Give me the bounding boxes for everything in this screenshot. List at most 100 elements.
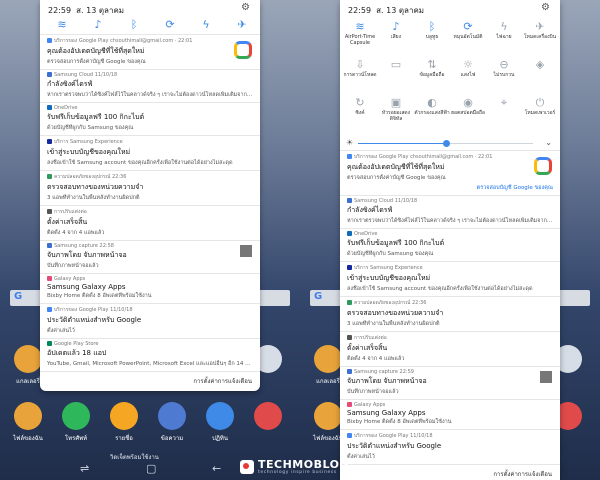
- notification-item[interactable]: OneDrive รับฟรีเก็บข้อมูลฟรี 100 กิกะไบต…: [340, 228, 560, 261]
- quick-setting-tile[interactable]: ◉ ฮอตสปอตมือถือ: [450, 96, 486, 116]
- quick-setting-label: ข้อมูลมือถือ: [419, 72, 445, 78]
- gear-icon[interactable]: ⚙: [241, 2, 250, 13]
- quick-setting-tile[interactable]: ☼ แสงไฟ: [450, 58, 486, 78]
- notification-item[interactable]: บริการ Samsung Experience เข้าสู่ระบบบัญ…: [340, 261, 560, 296]
- notification-settings-link[interactable]: การตั้งค่าการแจ้งเตือน: [40, 371, 260, 391]
- notification-item[interactable]: บริการของ Google Play 11/10/18 ประวัติตำแ…: [40, 303, 260, 338]
- quick-setting-label: หมุนอัตโนมัติ: [453, 34, 483, 40]
- quick-setting-tile[interactable]: ≋ AirPort-Time Capsule: [342, 20, 378, 46]
- app-icon[interactable]: รายชื่อ: [104, 402, 144, 443]
- gear-icon[interactable]: ⚙: [541, 2, 550, 13]
- app-icon-graphic: [254, 402, 282, 430]
- notification-header: บริการของ Google Play chsouthimall@gmail…: [347, 153, 553, 161]
- notification-item[interactable]: การปรับแต่งต่อ ตั้งค่าเสร็จสิ้น ติดตั้ง 4…: [40, 205, 260, 240]
- quick-setting-tile[interactable]: ⊖ ไม่รบกวน: [486, 58, 522, 78]
- notification-list: บริการของ Google Play chsouthimall@gmail…: [40, 34, 260, 371]
- notification-item[interactable]: บริการ Samsung Experience เข้าสู่ระบบบัญ…: [40, 135, 260, 170]
- flashlight-icon[interactable]: ϟ: [198, 18, 214, 31]
- quick-setting-label: แสงไฟ: [460, 72, 476, 78]
- brightness-icon: ☀: [346, 138, 354, 147]
- notification-item[interactable]: Galaxy Apps Samsung Galaxy Apps Bixby Hom…: [40, 273, 260, 303]
- notification-item[interactable]: Galaxy Apps Samsung Galaxy Apps Bixby Hom…: [340, 399, 560, 429]
- screenshot-thumbnail[interactable]: [540, 371, 552, 383]
- quick-setting-tile[interactable]: ⇩ การดาวน์โหลด: [342, 58, 378, 78]
- quick-setting-tile[interactable]: ⌖: [486, 96, 522, 110]
- shield-icon: [47, 174, 52, 179]
- google-g-icon: G: [14, 291, 23, 302]
- quick-setting-label: ซิงค์: [355, 110, 365, 116]
- app-icon[interactable]: [248, 402, 288, 433]
- quick-setting-label: ตัวกรองแสงสีฟ้า: [414, 110, 450, 116]
- power-icon: ⏻: [535, 96, 545, 109]
- notification-item[interactable]: Samsung capture 22:58 จับภาพโดย จับภาพหน้…: [40, 240, 260, 273]
- notification-list: บริการของ Google Play chsouthimall@gmail…: [340, 150, 560, 464]
- airplane-icon[interactable]: ✈: [234, 18, 250, 31]
- settings-icon: [347, 335, 352, 340]
- notification-app-name: Samsung capture: [54, 243, 98, 249]
- chevron-down-icon[interactable]: ⌄: [545, 138, 552, 147]
- notification-meta: 11/10/18: [410, 433, 433, 439]
- wifi-icon[interactable]: ≋: [54, 18, 70, 31]
- notification-app-name: การปรับแต่งต่อ: [354, 335, 387, 341]
- notification-item[interactable]: OneDrive รับฟรีเก็บข้อมูลฟรี 100 กิกะไบต…: [40, 102, 260, 135]
- quick-setting-tile[interactable]: ✈ โหมดเครื่องบิน: [522, 20, 558, 40]
- notification-item[interactable]: Google Play Store อัปเดตแล้ว 18 แอป YouTu…: [40, 338, 260, 371]
- quick-setting-tile[interactable]: ↻ ซิงค์: [342, 96, 378, 116]
- notification-item[interactable]: ความปลอดภัยของอุปกรณ์ 22:36 ตรวจสอบทางของ…: [340, 296, 560, 331]
- home-button-icon[interactable]: ▢: [146, 462, 156, 475]
- notification-action-button[interactable]: ตรวจสอบบัญชี Google ของคุณ: [347, 184, 553, 192]
- notification-body: บันทึกภาพหน้าจอแล้ว: [347, 389, 399, 395]
- quick-setting-tile[interactable]: ⏻ โหมดเพาเวอร์: [522, 96, 558, 116]
- capture-icon: [47, 243, 52, 248]
- quick-setting-tile[interactable]: ◐ ตัวกรองแสงสีฟ้า: [414, 96, 450, 116]
- quick-setting-tile[interactable]: ⇅ ข้อมูลมือถือ: [414, 58, 450, 78]
- volume-icon[interactable]: ♪: [90, 18, 106, 31]
- back-button-icon[interactable]: ←: [212, 462, 221, 475]
- airplane-icon: ✈: [535, 20, 545, 33]
- notification-title: กำลังซิงค์ไดรฟ์: [47, 80, 93, 88]
- notification-app-name: การปรับแต่งต่อ: [54, 209, 87, 215]
- brightness-handle[interactable]: [442, 140, 450, 147]
- notification-body: Bixby Home ติดตั้ง 8 อัพเดตที่พร้อมใช้งา…: [347, 419, 452, 425]
- quick-setting-tile[interactable]: ◈: [522, 58, 558, 72]
- notification-item[interactable]: บริการของ Google Play chsouthimall@gmail…: [340, 150, 560, 195]
- notification-body: ลงชื่อเข้าใช้ Samsung account ของคุณอีกค…: [47, 160, 233, 166]
- quick-setting-tile[interactable]: ⟳ หมุนอัตโนมัติ: [450, 20, 486, 40]
- quick-setting-tile[interactable]: ᛒ บลูทูธ: [414, 20, 450, 40]
- notification-app-name: OneDrive: [354, 231, 378, 237]
- recent-apps-icon[interactable]: ⇌: [80, 462, 89, 475]
- screenshot-thumbnail[interactable]: [240, 245, 252, 257]
- notification-body: ด้วยบัญชีที่ผูกกับ Samsung ของคุณ: [347, 251, 434, 257]
- app-icon[interactable]: ไฟล์ของฉัน: [8, 402, 48, 443]
- rotate-icon[interactable]: ⟳: [162, 18, 178, 31]
- notification-item[interactable]: Samsung capture 22:59 จับภาพโดย จับภาพหน้…: [340, 366, 560, 399]
- notification-header: บริการของ Google Play 11/10/18: [347, 432, 553, 440]
- notification-title: ตรวจสอบทางของหน่วยความจำ: [347, 309, 444, 317]
- quick-setting-tile[interactable]: ♪ เสียง: [378, 20, 414, 40]
- play-store-icon: [47, 341, 52, 346]
- notification-item[interactable]: Samsung Cloud 11/10/18 กำลังซิงค์ไดรฟ์ หาก…: [340, 195, 560, 228]
- notification-meta: 22:58: [99, 243, 114, 249]
- notification-item[interactable]: การปรับแต่งต่อ ตั้งค่าเสร็จสิ้น ติดตั้ง 4…: [340, 331, 560, 366]
- app-icon[interactable]: ปฏิทิน: [200, 402, 240, 443]
- notification-meta: 22:59: [399, 369, 414, 375]
- notification-item[interactable]: Samsung Cloud 11/10/18 กำลังซิงค์ไดรฟ์ หาก…: [40, 69, 260, 102]
- quick-setting-tile[interactable]: ϟ ไฟฉาย: [486, 20, 522, 40]
- sync-icon: ↻: [355, 96, 365, 109]
- quick-setting-tile[interactable]: ▭: [378, 58, 414, 72]
- app-icon[interactable]: โทรศัพท์: [56, 402, 96, 443]
- quick-setting-tile[interactable]: ▣ หัวรอยอเสดงดิจิทัล: [378, 96, 414, 122]
- bluetooth-icon[interactable]: ᛒ: [126, 18, 142, 31]
- brightness-slider[interactable]: ☀ ⌄: [340, 136, 560, 150]
- app-icon-graphic: [110, 402, 138, 430]
- notification-item[interactable]: ความปลอดภัยของอุปกรณ์ 22:36 ตรวจสอบทางของ…: [40, 170, 260, 205]
- notification-header: OneDrive: [347, 231, 553, 237]
- notification-item[interactable]: บริการของ Google Play chsouthimall@gmail…: [40, 34, 260, 69]
- notification-header: บริการของ Google Play chsouthimall@gmail…: [47, 37, 253, 45]
- notification-body: หากเราตรวจพบว่าได้ซิงค์ไฟล์ไว้ในคลาวด์จร…: [47, 92, 253, 98]
- google-icon: [347, 433, 352, 438]
- app-icon-graphic: [62, 402, 90, 430]
- app-icon[interactable]: ข้อความ: [152, 402, 192, 443]
- app-label: รายชื่อ: [115, 435, 133, 442]
- notification-body: ตรวจสอบการตั้งค่าบัญชี Google ของคุณ: [347, 175, 446, 181]
